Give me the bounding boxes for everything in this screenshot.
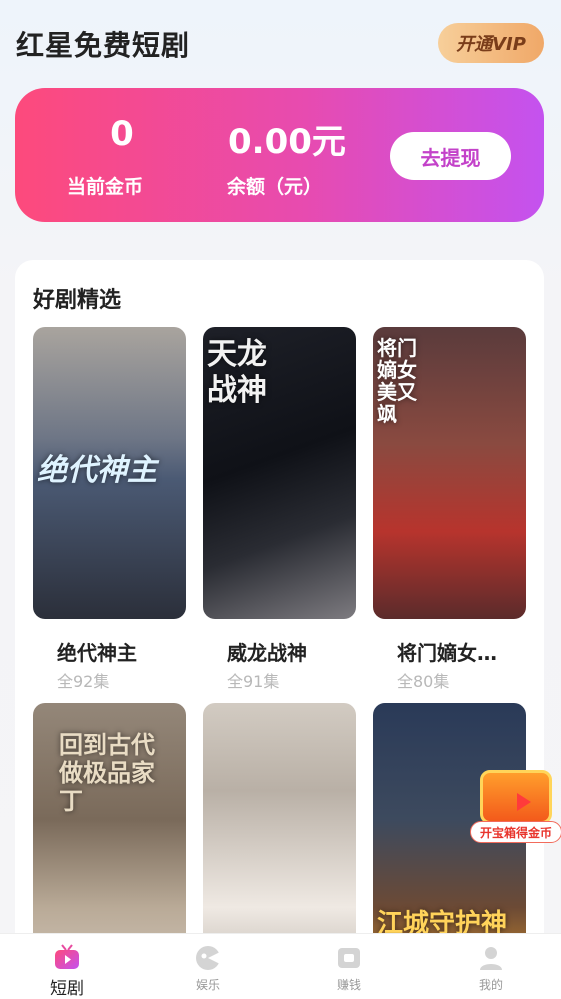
coins-label: 当前金币 (67, 176, 144, 198)
header: 红星免费短剧 开通VIP (0, 0, 561, 88)
tab-label: 赚钱 (336, 978, 361, 992)
drama-poster[interactable]: 绝代神主 (33, 327, 186, 619)
poster-caption: 回到古代做极品家丁 (59, 731, 155, 815)
treasure-chest-icon (480, 770, 552, 824)
drama-episodes: 全91集 (227, 672, 280, 691)
play-icon (517, 793, 531, 811)
withdraw-button[interactable]: 去提现 (390, 132, 511, 180)
drama-poster[interactable]: 天龙战神 (203, 327, 356, 619)
treasure-chest-button[interactable]: 开宝箱得金币 (470, 770, 561, 846)
wallet-card: 0 当前金币 0.00元 余额（元） 去提现 (15, 88, 544, 222)
wallet-icon (335, 944, 363, 972)
tab-label: 短剧 (50, 979, 84, 999)
section-title: 好剧精选 (33, 288, 122, 313)
tab-label: 我的 (478, 978, 503, 992)
coins-value: 0 (110, 114, 134, 154)
drama-card[interactable]: 天龙战神 威龙战神 全91集 (203, 327, 356, 692)
drama-title: 绝代神主 (57, 641, 137, 665)
tab-label: 娱乐 (195, 978, 220, 992)
balance-label: 余额（元） (227, 176, 323, 198)
drama-title: 将门嫡女… (397, 641, 497, 665)
poster-caption: 绝代神主 (37, 453, 157, 488)
tab-earn[interactable]: 赚钱 (309, 934, 389, 999)
tab-bar: 短剧 娱乐 赚钱 我的 (0, 933, 561, 999)
game-icon (194, 944, 222, 972)
drama-poster[interactable]: 将门嫡女美又飒 (373, 327, 526, 619)
drama-episodes: 全80集 (397, 672, 450, 691)
tab-profile[interactable]: 我的 (451, 934, 531, 999)
tv-icon (53, 944, 81, 972)
treasure-label: 开宝箱得金币 (470, 821, 561, 843)
poster-caption: 将门嫡女美又飒 (377, 336, 417, 426)
poster-caption: 天龙战神 (207, 337, 267, 408)
drama-card[interactable]: 将门嫡女美又飒 将门嫡女… 全80集 (373, 327, 526, 692)
drama-episodes: 全92集 (57, 672, 110, 691)
tab-entertainment[interactable]: 娱乐 (168, 934, 248, 999)
drama-title: 威龙战神 (227, 641, 307, 665)
featured-panel: 好剧精选 绝代神主 绝代神主 全92集 天龙战神 威龙战神 全91集 将门嫡女美… (15, 260, 544, 995)
app-title: 红星免费短剧 (16, 29, 191, 62)
tab-drama[interactable]: 短剧 (27, 934, 107, 999)
user-icon (477, 944, 505, 972)
drama-card[interactable]: 绝代神主 绝代神主 全92集 (33, 327, 186, 692)
balance-value: 0.00元 (228, 122, 346, 162)
vip-button[interactable]: 开通VIP (438, 23, 544, 63)
